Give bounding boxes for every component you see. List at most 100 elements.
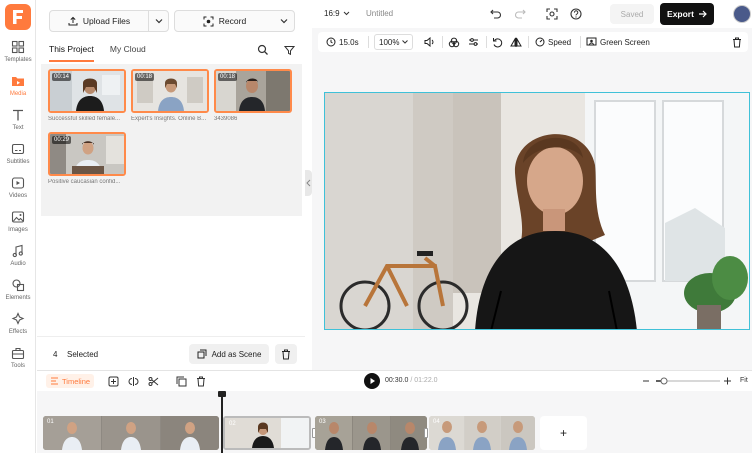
timeline-delete-button[interactable] bbox=[194, 374, 208, 388]
rail-item-text[interactable]: Text bbox=[0, 108, 36, 138]
timeline-clip[interactable]: 03 bbox=[315, 416, 427, 450]
rail-item-media[interactable]: Media bbox=[0, 74, 36, 104]
aspect-ratio-select[interactable]: 16:9 bbox=[324, 9, 350, 18]
trash-icon bbox=[733, 37, 741, 47]
rail-label: Text bbox=[12, 125, 24, 131]
upload-files-button[interactable]: Upload Files bbox=[49, 10, 169, 32]
volume-button[interactable] bbox=[424, 34, 435, 50]
media-thumb[interactable]: 00:18 bbox=[214, 69, 292, 113]
speed-button[interactable]: Speed bbox=[535, 34, 571, 50]
media-tools bbox=[255, 42, 297, 58]
text-icon bbox=[13, 109, 23, 121]
rail-item-effects[interactable]: Effects bbox=[0, 312, 36, 342]
media-panel: Upload Files Record This Project My Clou… bbox=[37, 0, 305, 370]
record-dropdown-toggle[interactable] bbox=[274, 11, 294, 31]
duplicate-button[interactable] bbox=[174, 374, 188, 388]
rail-item-videos[interactable]: Videos bbox=[0, 176, 36, 206]
flip-button[interactable] bbox=[510, 34, 522, 50]
scissors-icon bbox=[148, 376, 158, 386]
timeline-clip[interactable]: 04 bbox=[429, 416, 535, 450]
zoom-slider-thumb[interactable] bbox=[660, 377, 668, 385]
audio-icon bbox=[12, 244, 23, 258]
rail-item-images[interactable]: Images bbox=[0, 210, 36, 240]
rail-item-subtitles[interactable]: Subtitles bbox=[0, 142, 36, 172]
clip-toolbar: 15.0s 100% Speed Green Screen bbox=[318, 32, 748, 52]
redo-button[interactable] bbox=[512, 6, 528, 22]
transition-marker[interactable] bbox=[424, 428, 428, 438]
timeline-zoom-slider[interactable] bbox=[642, 376, 732, 386]
filter-button[interactable] bbox=[281, 42, 297, 58]
search-button[interactable] bbox=[255, 42, 271, 58]
media-thumb[interactable]: 00:29 bbox=[48, 132, 126, 176]
duration-badge: 00:18 bbox=[135, 73, 155, 81]
rotate-button[interactable] bbox=[492, 34, 503, 50]
zoom-box[interactable]: 100% bbox=[374, 34, 414, 50]
duration-badge: 00:29 bbox=[52, 136, 72, 144]
media-tabs: This Project My Cloud bbox=[49, 44, 146, 62]
rail-item-tools[interactable]: Tools bbox=[0, 346, 36, 376]
toolbar-divider bbox=[580, 36, 581, 48]
record-main[interactable]: Record bbox=[175, 16, 274, 27]
media-thumb[interactable]: 00:14 bbox=[48, 69, 126, 113]
zoom-in-icon[interactable] bbox=[724, 377, 731, 385]
flip-icon bbox=[510, 36, 522, 47]
add-scene-icon bbox=[197, 349, 207, 359]
panel-collapse-handle[interactable] bbox=[305, 170, 312, 196]
toolbar-divider bbox=[486, 36, 487, 48]
upload-files-main[interactable]: Upload Files bbox=[50, 16, 148, 26]
sliders-icon bbox=[469, 38, 478, 46]
toolbar-divider bbox=[442, 36, 443, 48]
editor-area: 16:9 Untitled Saved Export 15.0s 100% Sp… bbox=[312, 0, 752, 370]
rail-item-audio[interactable]: Audio bbox=[0, 244, 36, 274]
media-caption: Positive caucasian confid... bbox=[48, 179, 121, 185]
trash-icon bbox=[282, 349, 290, 359]
app-logo[interactable] bbox=[5, 4, 31, 30]
play-button[interactable] bbox=[364, 373, 380, 389]
timeline-toggle[interactable]: Timeline bbox=[46, 374, 95, 388]
screen-capture-button[interactable] bbox=[544, 6, 560, 22]
clip-number: 02 bbox=[229, 421, 236, 427]
record-button[interactable]: Record bbox=[174, 10, 295, 32]
zoom-select[interactable]: 100% bbox=[374, 34, 414, 50]
add-media-button[interactable] bbox=[106, 374, 120, 388]
timeline-clip[interactable]: 01 bbox=[43, 416, 219, 450]
timeline: Timeline 00:30.0 / 01:22.0 Fit 01 02 03 … bbox=[37, 370, 752, 453]
undo-button[interactable] bbox=[488, 6, 504, 22]
tools-icon bbox=[11, 347, 25, 360]
delete-selected-button[interactable] bbox=[275, 344, 297, 364]
duration-control[interactable]: 15.0s bbox=[326, 34, 359, 50]
chevron-down-icon bbox=[280, 19, 288, 24]
project-title[interactable]: Untitled bbox=[366, 9, 393, 18]
record-icon bbox=[203, 16, 214, 26]
duration-badge: 00:18 bbox=[218, 73, 238, 81]
add-clip-label: + bbox=[559, 426, 567, 440]
rail-item-elements[interactable]: Elements bbox=[0, 278, 36, 308]
rail-item-templates[interactable]: Templates bbox=[0, 40, 36, 70]
tab-my-cloud[interactable]: My Cloud bbox=[110, 44, 146, 62]
fit-button[interactable]: Fit bbox=[740, 377, 748, 384]
videos-icon bbox=[11, 177, 25, 189]
export-button[interactable]: Export bbox=[660, 3, 714, 25]
add-box-icon bbox=[108, 376, 118, 386]
delete-clip-button[interactable] bbox=[732, 34, 742, 50]
green-screen-button[interactable]: Green Screen bbox=[586, 34, 650, 50]
play-icon bbox=[370, 378, 375, 384]
color-adjust-button[interactable] bbox=[448, 34, 460, 50]
user-avatar[interactable] bbox=[733, 5, 751, 23]
add-as-scene-button[interactable]: Add as Scene bbox=[189, 344, 269, 364]
add-clip-button[interactable]: + bbox=[540, 416, 587, 450]
editor-topbar: 16:9 Untitled Saved Export bbox=[312, 0, 752, 28]
adjust-button[interactable] bbox=[468, 34, 479, 50]
tab-this-project[interactable]: This Project bbox=[49, 44, 94, 62]
cut-button[interactable] bbox=[146, 374, 160, 388]
video-canvas[interactable] bbox=[324, 92, 750, 330]
chevron-down-icon bbox=[343, 11, 349, 16]
media-thumb[interactable]: 00:18 bbox=[131, 69, 209, 113]
split-button[interactable] bbox=[126, 374, 140, 388]
rail-label: Subtitles bbox=[6, 159, 30, 165]
media-gallery: 00:14 Successful skilled female... 00:18… bbox=[41, 64, 302, 216]
timeline-clip[interactable]: 02 bbox=[223, 416, 311, 450]
upload-dropdown-toggle[interactable] bbox=[148, 11, 168, 31]
help-button[interactable] bbox=[568, 6, 584, 22]
images-icon bbox=[11, 211, 25, 223]
